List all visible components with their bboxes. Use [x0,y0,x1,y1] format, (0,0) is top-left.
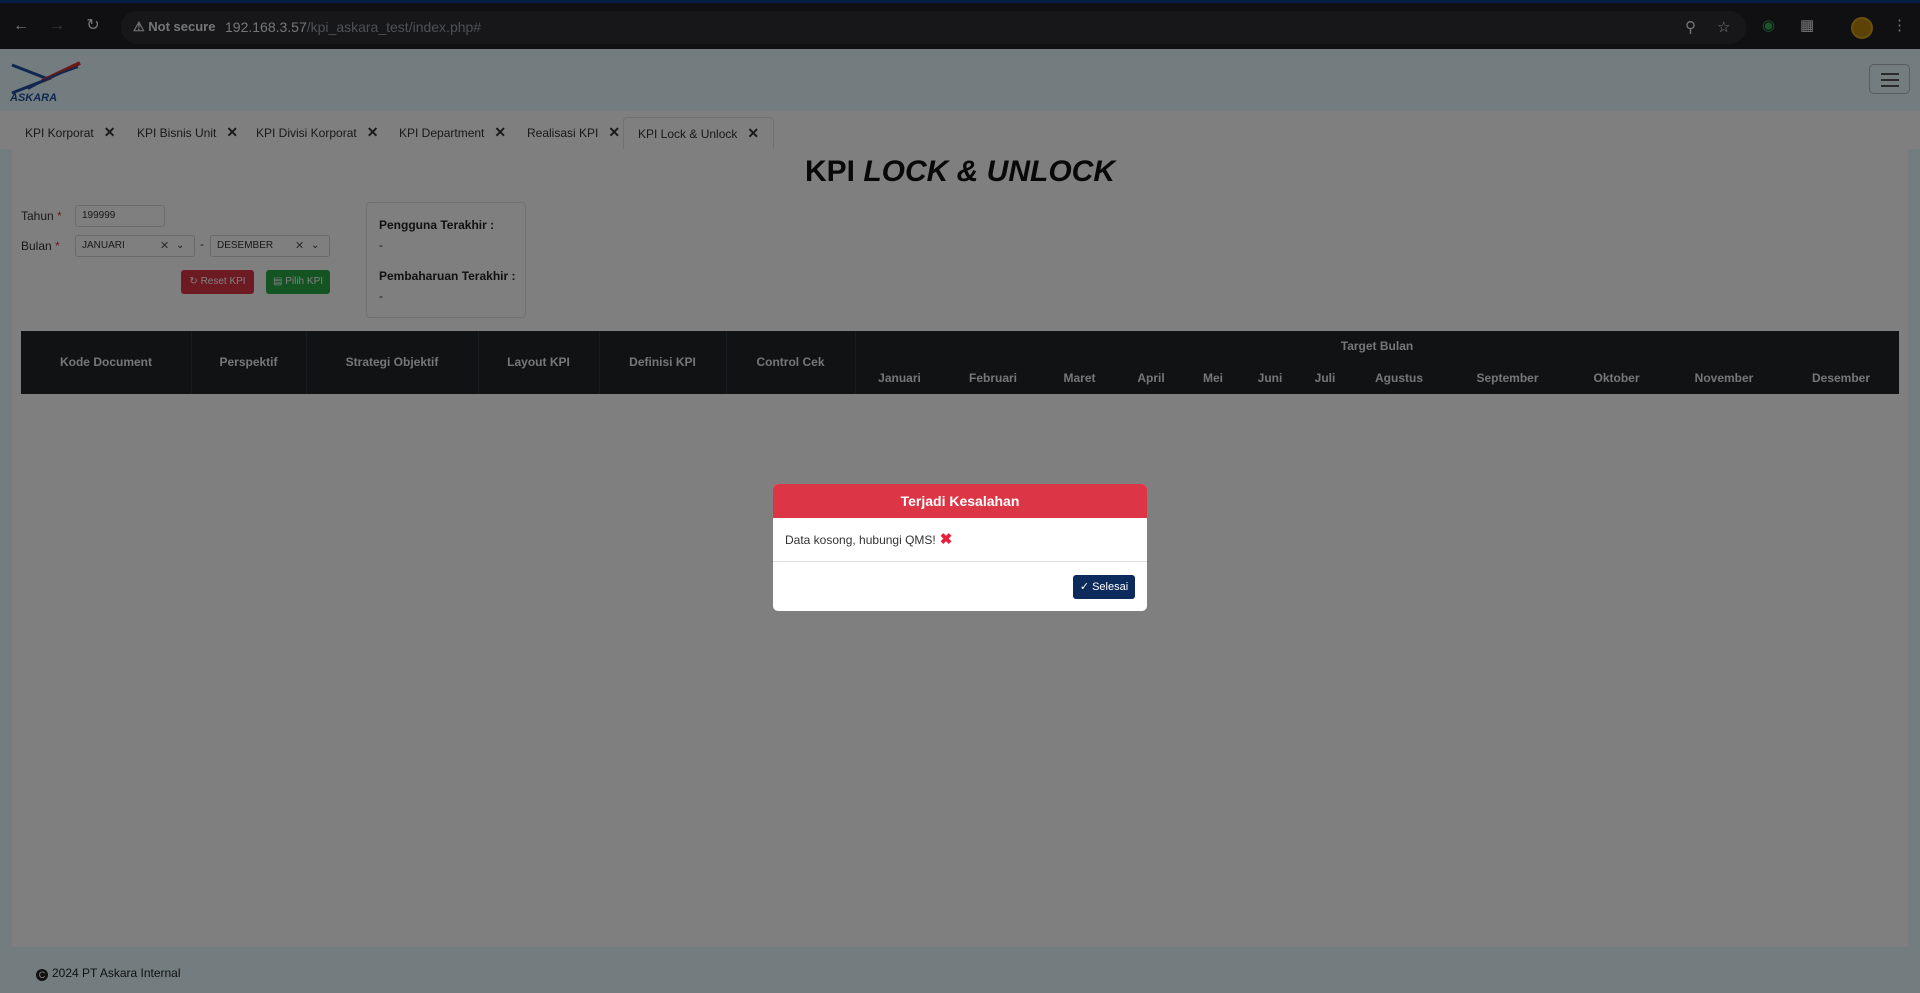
error-x-icon: ✖ [939,531,953,548]
selesai-button[interactable]: ✓ Selesai [1073,575,1135,599]
check-icon: ✓ [1079,581,1090,593]
selesai-label: Selesai [1092,581,1129,593]
modal-message: Data kosong, hubungi QMS! [785,533,936,547]
error-modal: Terjadi Kesalahan Data kosong, hubungi Q… [773,484,1147,611]
modal-title: Terjadi Kesalahan [773,484,1147,518]
modal-body: Data kosong, hubungi QMS! ✖ [773,518,1147,562]
